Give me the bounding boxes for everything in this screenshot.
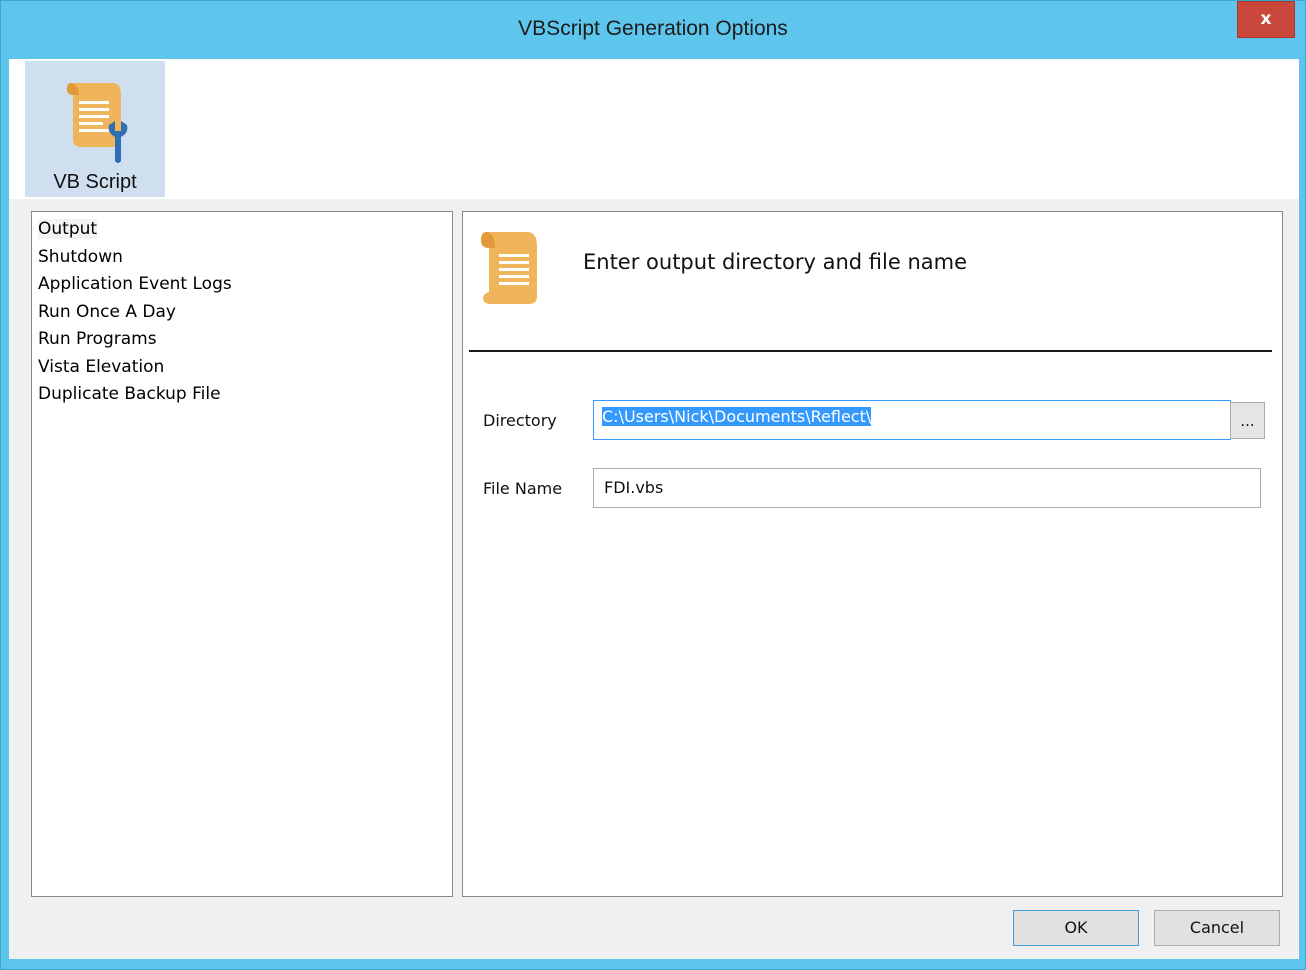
dialog-window: VBScript Generation Options x VB Script <box>0 0 1306 970</box>
file-name-label: File Name <box>483 479 563 498</box>
nav-item-output[interactable]: Output <box>36 216 452 244</box>
nav-item-label: Output <box>38 219 98 239</box>
file-name-input[interactable]: FDI.vbs <box>593 468 1261 508</box>
nav-item-shutdown[interactable]: Shutdown <box>36 244 452 272</box>
nav-item-label: Application Event Logs <box>38 274 232 294</box>
browse-button[interactable]: ... <box>1230 402 1265 439</box>
ok-button[interactable]: OK <box>1013 910 1139 946</box>
nav-item-label: Duplicate Backup File <box>38 384 221 404</box>
nav-item-label: Run Once A Day <box>38 301 176 322</box>
options-nav-list[interactable]: Output Shutdown Application Event Logs R… <box>31 211 453 897</box>
close-button[interactable]: x <box>1237 1 1295 38</box>
directory-value: C:\Users\Nick\Documents\Reflect\ <box>602 407 872 426</box>
panel-heading: Enter output directory and file name <box>583 250 967 274</box>
nav-item-duplicate-backup-file[interactable]: Duplicate Backup File <box>36 381 452 409</box>
window-title: VBScript Generation Options <box>518 17 788 40</box>
nav-item-run-programs[interactable]: Run Programs <box>36 326 452 354</box>
title-bar[interactable]: VBScript Generation Options x <box>1 1 1305 59</box>
ribbon-button-label: VB Script <box>53 171 137 193</box>
nav-item-label: Shutdown <box>38 246 123 267</box>
heading-divider <box>469 350 1272 352</box>
script-wrench-icon <box>67 83 128 163</box>
directory-label: Directory <box>483 411 557 430</box>
script-scroll-icon <box>481 232 537 304</box>
nav-item-label: Run Programs <box>38 329 157 349</box>
ribbon-bar: VB Script <box>9 59 1299 199</box>
directory-input[interactable]: C:\Users\Nick\Documents\Reflect\ <box>593 400 1231 440</box>
nav-item-application-event-logs[interactable]: Application Event Logs <box>36 271 452 299</box>
cancel-button[interactable]: Cancel <box>1154 910 1280 946</box>
dialog-client-area: VB Script Output Shutdown Application Ev… <box>9 59 1299 959</box>
vb-script-ribbon-button[interactable]: VB Script <box>25 61 165 197</box>
nav-item-label: Vista Elevation <box>38 356 165 377</box>
nav-item-vista-elevation[interactable]: Vista Elevation <box>36 354 452 382</box>
nav-item-run-once-a-day[interactable]: Run Once A Day <box>36 299 452 327</box>
options-panel: Enter output directory and file name Dir… <box>462 211 1283 897</box>
